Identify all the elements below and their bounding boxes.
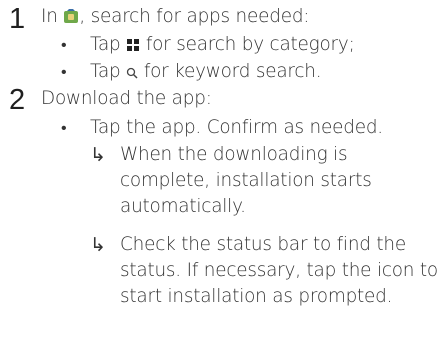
result-2-line-3: start installation as prompted. — [120, 286, 393, 307]
search-icon — [126, 61, 138, 87]
result-1-line-3: automatically. — [120, 196, 246, 217]
result-arrow-icon: ↳ — [90, 234, 106, 256]
result-1-line-2: complete, installation starts — [120, 170, 372, 191]
bullet-symbol: • — [61, 118, 67, 137]
bullet-symbol: • — [61, 62, 67, 81]
category-grid-icon — [126, 34, 140, 60]
step-1-bullet-keyword: Tap for keyword search. — [90, 59, 322, 87]
step-number-1: 1 — [9, 3, 26, 35]
step-1-bullet-category: Tap for search by category; — [90, 32, 355, 60]
step-1-text: In , search for apps needed: — [41, 4, 309, 32]
step-1-text-before: In — [41, 6, 58, 27]
result-arrow-icon: ↳ — [90, 144, 106, 166]
step-2-text: Download the app: — [41, 88, 212, 109]
step-1-text-after: , search for apps needed: — [79, 6, 310, 27]
app-store-icon — [63, 6, 79, 32]
result-2-line-2: status. If necessary, tap the icon to — [120, 260, 438, 281]
bullet-symbol: • — [61, 35, 67, 54]
result-1-line-1: When the downloading is — [120, 144, 348, 165]
result-2-line-1: Check the status bar to find the — [120, 234, 407, 255]
step-2-bullet: Tap the app. Confirm as needed. — [90, 117, 383, 138]
step-number-2: 2 — [9, 84, 26, 116]
